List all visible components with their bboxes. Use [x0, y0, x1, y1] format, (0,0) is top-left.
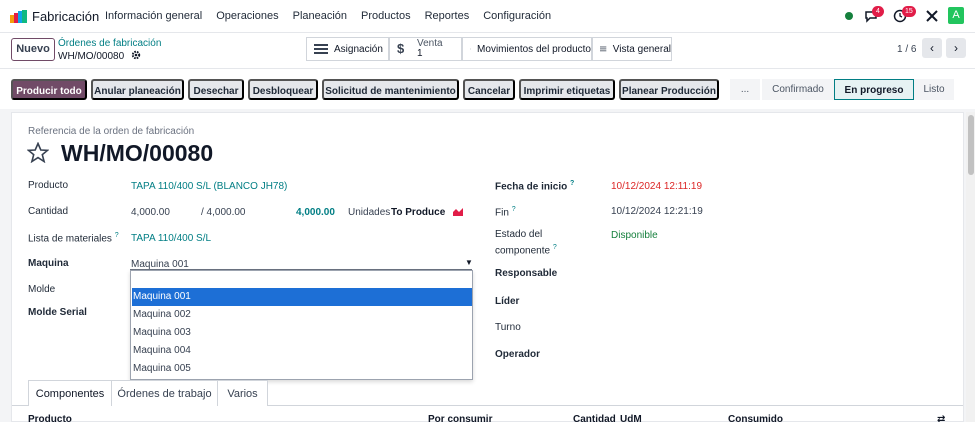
product-field[interactable]: TAPA 110/400 S/L (BLANCO JH78): [131, 181, 287, 192]
chevron-right-icon[interactable]: ›: [946, 38, 966, 58]
dropdown-option[interactable]: Maquina 005: [132, 360, 472, 378]
cancel-button[interactable]: Cancelar: [463, 79, 515, 100]
stage-done[interactable]: Listo: [914, 79, 954, 100]
arrows-icon: [470, 48, 472, 50]
activity-count-badge: 15: [902, 6, 916, 17]
status-bar: Producir todo Anular planeación Desechar…: [0, 69, 975, 109]
maintenance-request-button[interactable]: Solicitud de mantenimiento: [322, 79, 459, 100]
tab-work-orders[interactable]: Órdenes de trabajo: [112, 380, 218, 406]
avatar[interactable]: A: [948, 7, 964, 24]
shift-label: Turno: [495, 322, 521, 333]
menu-item-configuration[interactable]: Configuración: [483, 10, 551, 22]
product-moves-smart-button[interactable]: Movimientos del producto: [462, 37, 592, 61]
chevron-down-icon[interactable]: ▼: [465, 258, 473, 267]
end-date-label: Fin ?: [495, 206, 516, 219]
machine-label: Maquina: [28, 258, 69, 269]
tab-components[interactable]: Componentes: [28, 380, 112, 406]
menu-item-products[interactable]: Productos: [361, 10, 411, 22]
start-date-label: Fecha de inicio ?: [495, 180, 575, 193]
quantity-producing[interactable]: 4,000.00: [296, 207, 335, 218]
mold-serial-label: Molde Serial: [28, 307, 87, 318]
responsible-label: Responsable: [495, 268, 558, 279]
help-icon[interactable]: ?: [115, 232, 119, 239]
component-status-label-line1: Estado del: [495, 229, 543, 240]
operator-label: Operador: [495, 349, 541, 360]
overview-smart-button[interactable]: Vista general: [592, 37, 672, 61]
produce-all-button[interactable]: Producir todo: [11, 79, 87, 100]
status-dot[interactable]: [845, 12, 853, 20]
reference-label: Referencia de la orden de fabricación: [28, 126, 195, 137]
allocation-label: Asignación: [334, 43, 383, 55]
app-name[interactable]: Fabricación: [32, 9, 99, 24]
chat-count-badge: 4: [872, 6, 884, 17]
bom-label: Lista de materiales ?: [28, 232, 119, 245]
gear-icon[interactable]: [131, 50, 141, 60]
menu-icon: [600, 46, 607, 52]
quantity-total: / 4,000.00: [201, 207, 246, 218]
print-labels-button[interactable]: Imprimir etiquetas: [519, 79, 615, 100]
plan-production-button[interactable]: Planear Producción: [619, 79, 719, 100]
product-label: Producto: [28, 180, 69, 191]
leader-label: Líder: [495, 296, 520, 307]
stage-more[interactable]: ...: [730, 79, 760, 100]
column-header-to-consume[interactable]: Por consumir: [428, 414, 492, 422]
dropdown-option[interactable]: Maquina 004: [132, 342, 472, 360]
to-produce-label: To Produce: [391, 207, 446, 218]
end-date-field[interactable]: 10/12/2024 12:21:19: [611, 206, 703, 217]
product-moves-label: Movimientos del producto: [477, 43, 591, 55]
machine-dropdown-list: Maquina 001 Maquina 002 Maquina 003 Maqu…: [130, 270, 473, 380]
list-icon: [314, 44, 328, 54]
quantity-label: Cantidad: [28, 206, 69, 217]
scrollbar-thumb[interactable]: [968, 115, 974, 175]
allocation-smart-button[interactable]: Asignación: [306, 37, 389, 61]
chevron-left-icon[interactable]: ‹: [922, 38, 942, 58]
breadcrumb-current: WH/MO/00080: [58, 51, 125, 62]
forecast-chart-icon[interactable]: [452, 207, 464, 217]
column-settings-icon[interactable]: ⇄: [937, 414, 945, 422]
unlock-button[interactable]: Desbloquear: [248, 79, 318, 100]
top-navbar: Fabricación Información general Operacio…: [0, 0, 975, 33]
mold-label: Molde: [28, 284, 56, 295]
stage-confirmed[interactable]: Confirmado: [762, 79, 834, 100]
control-panel: Nuevo Órdenes de fabricación WH/MO/00080…: [0, 33, 975, 69]
menu-item-reports[interactable]: Reportes: [425, 10, 470, 22]
manufacturing-app-icon[interactable]: [10, 10, 27, 23]
menu-item-general-info[interactable]: Información general: [105, 10, 202, 22]
column-header-uom[interactable]: UdM: [620, 414, 642, 422]
column-header-quantity[interactable]: Cantidad: [573, 414, 616, 422]
main-menu: Información general Operaciones Planeaci…: [105, 10, 565, 22]
sale-smart-button[interactable]: $ Venta 1: [389, 37, 462, 61]
help-icon[interactable]: ?: [512, 206, 516, 213]
new-button[interactable]: Nuevo: [11, 38, 55, 61]
start-date-field[interactable]: 10/12/2024 12:11:19: [611, 181, 702, 192]
help-icon[interactable]: ?: [553, 244, 557, 251]
breadcrumb-parent[interactable]: Órdenes de fabricación: [58, 38, 161, 49]
star-icon[interactable]: [27, 142, 49, 163]
dropdown-option[interactable]: Maquina 001: [132, 288, 472, 306]
component-status-label-line2: componente ?: [495, 244, 557, 257]
scrap-button[interactable]: Desechar: [188, 79, 244, 100]
stage-in-progress[interactable]: En progreso: [834, 79, 914, 100]
tools-icon[interactable]: [925, 9, 939, 23]
menu-item-operations[interactable]: Operaciones: [216, 10, 278, 22]
bom-field[interactable]: TAPA 110/400 S/L: [131, 233, 211, 244]
menu-item-planning[interactable]: Planeación: [293, 10, 347, 22]
unplan-button[interactable]: Anular planeación: [91, 79, 184, 100]
record-title[interactable]: WH/MO/00080: [61, 140, 213, 167]
component-status-value: Disponible: [611, 230, 658, 241]
quantity-field[interactable]: 4,000.00: [131, 207, 170, 218]
dollar-icon: $: [397, 41, 405, 56]
help-icon[interactable]: ?: [570, 180, 574, 187]
overview-label: Vista general: [612, 43, 671, 55]
quantity-uom[interactable]: Unidades: [348, 207, 390, 218]
pager-value[interactable]: 1 / 6: [897, 44, 916, 55]
sale-count: 1: [417, 48, 423, 59]
tab-misc[interactable]: Varios: [218, 380, 268, 406]
dropdown-option[interactable]: Maquina 002: [132, 306, 472, 324]
column-header-consumed[interactable]: Consumido: [728, 414, 783, 422]
column-header-product[interactable]: Producto: [28, 414, 72, 422]
dropdown-option[interactable]: Maquina 003: [132, 324, 472, 342]
